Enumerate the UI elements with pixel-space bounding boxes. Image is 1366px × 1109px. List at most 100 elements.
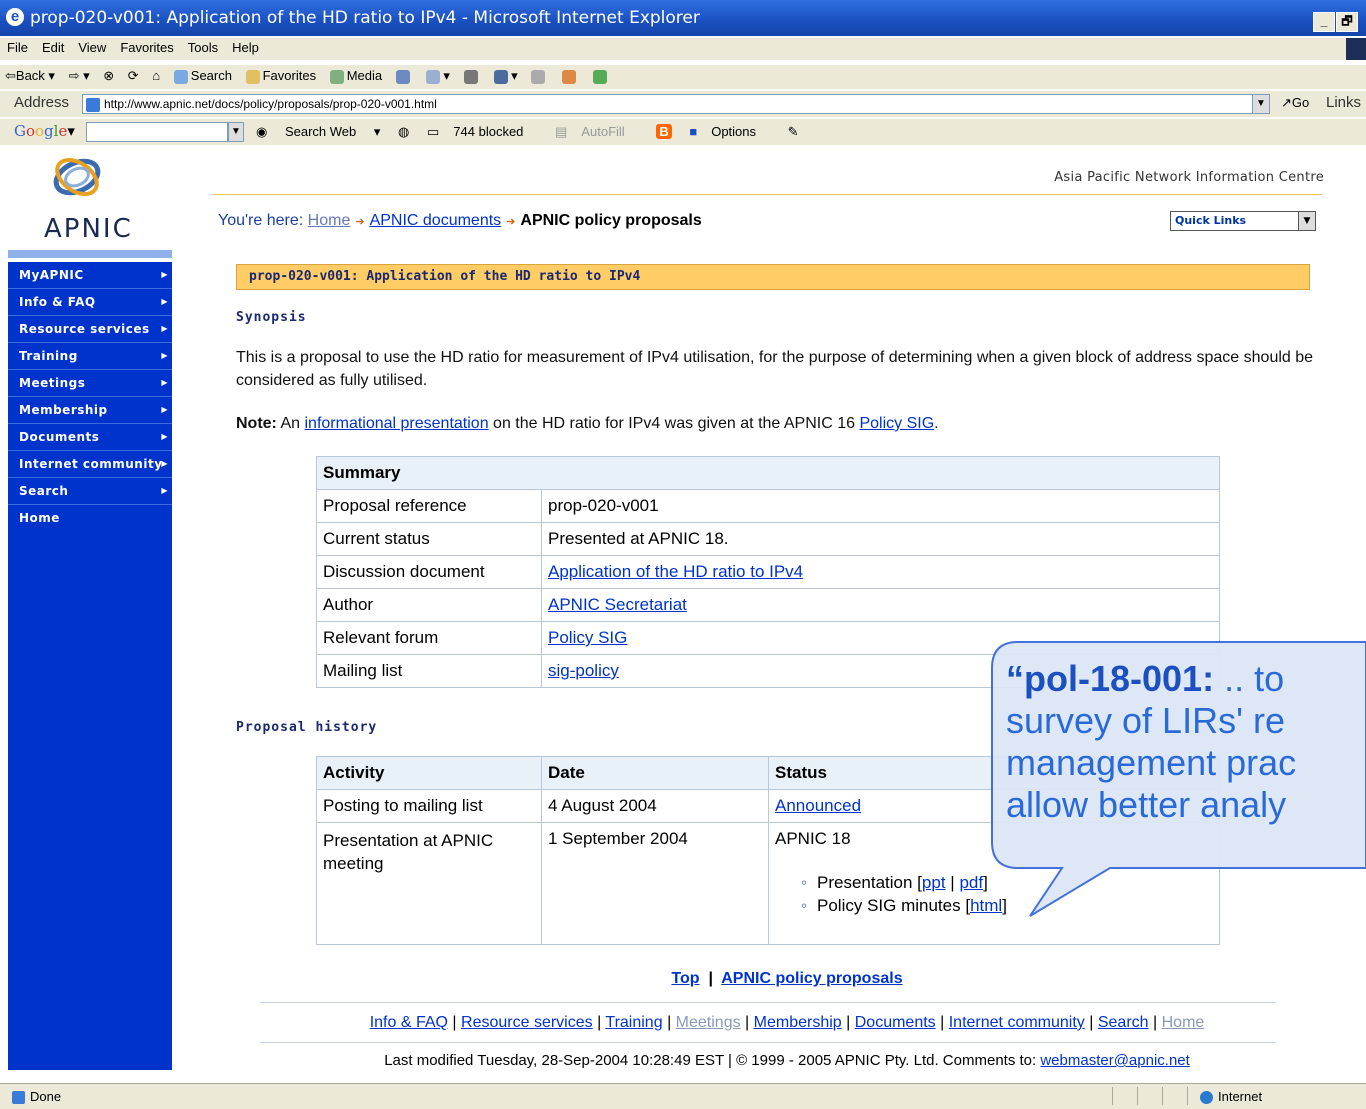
go-button[interactable]: ↗Go — [1281, 95, 1309, 111]
breadcrumb-current: APNIC policy proposals — [520, 212, 702, 229]
menu-help[interactable]: Help — [225, 38, 266, 55]
blogger-icon[interactable]: B — [656, 124, 672, 139]
footer-link-meetings[interactable]: Meetings — [676, 1014, 741, 1031]
window-title: prop-020-v001: Application of the HD rat… — [30, 8, 700, 28]
media-button[interactable]: Media — [325, 65, 387, 87]
breadcrumb-home-link[interactable]: Home — [308, 212, 351, 229]
chevron-right-icon: ▶ — [161, 297, 168, 306]
nav-item-training[interactable]: Training ▶ — [8, 343, 172, 370]
apnic-swirl-icon — [53, 157, 101, 197]
popup-icon: ▭ — [427, 124, 440, 139]
home-icon[interactable]: ⌂ — [147, 65, 165, 86]
logo-stripe — [8, 250, 172, 258]
search-button[interactable]: Search — [169, 65, 237, 87]
history-icon[interactable] — [391, 65, 418, 87]
footer-link-internet-community[interactable]: Internet community — [949, 1014, 1085, 1031]
menu-tools[interactable]: Tools — [181, 38, 225, 55]
messenger-icon[interactable] — [557, 65, 584, 87]
mail-icon[interactable]: ▾ — [421, 65, 455, 87]
footer-link-membership[interactable]: Membership — [754, 1014, 842, 1031]
policy-sig-link[interactable]: Policy SIG — [859, 415, 934, 432]
refresh-icon[interactable]: ⟳ — [123, 65, 144, 87]
menu-view[interactable]: View — [71, 38, 113, 55]
google-logo[interactable]: Google▾ — [14, 122, 75, 140]
options-button[interactable]: ■ Options — [689, 124, 770, 139]
nav-item-myapnic[interactable]: MyAPNIC ▶ — [8, 262, 172, 289]
edit-icon[interactable]: ▾ — [489, 65, 523, 87]
ppt-link[interactable]: ppt — [922, 873, 946, 892]
print-icon[interactable] — [459, 65, 486, 87]
restore-button[interactable]: 🗗 — [1336, 12, 1358, 32]
proposal-banner: prop-020-v001: Application of the HD rat… — [236, 264, 1310, 290]
footer-link-home[interactable]: Home — [1162, 1014, 1205, 1031]
footer-link-training[interactable]: Training — [605, 1014, 662, 1031]
google-search-input[interactable] — [86, 122, 228, 142]
table-row: Discussion document Application of the HD… — [316, 555, 1220, 589]
footer-link-info-faq[interactable]: Info & FAQ — [370, 1014, 448, 1031]
footer-link-documents[interactable]: Documents — [855, 1014, 936, 1031]
minimize-button[interactable]: _ — [1313, 12, 1335, 32]
back-arrow-icon: ⇦ — [5, 68, 16, 83]
media-icon — [329, 69, 344, 84]
address-bar: Address http://www.apnic.net/docs/policy… — [0, 90, 1366, 117]
chevron-right-icon: ▶ — [161, 324, 168, 333]
nav-item-search[interactable]: Search ▶ — [8, 478, 172, 505]
google-dropdown-icon[interactable]: ▼ — [228, 122, 244, 142]
relevant-forum-link[interactable]: Policy SIG — [548, 628, 627, 647]
address-url: http://www.apnic.net/docs/policy/proposa… — [104, 97, 437, 111]
chevron-right-icon: ▶ — [161, 405, 168, 414]
windows-logo-icon — [1346, 38, 1366, 60]
breadcrumb-docs-link[interactable]: APNIC documents — [370, 212, 502, 229]
menu-file[interactable]: File — [0, 38, 35, 55]
nav-item-documents[interactable]: Documents ▶ — [8, 424, 172, 451]
logo-text: APNIC — [44, 214, 133, 244]
announced-link[interactable]: Announced — [775, 796, 861, 815]
summary-heading: Summary — [316, 456, 1220, 490]
address-dropdown-icon[interactable]: ▼ — [1252, 95, 1269, 113]
menu-favorites[interactable]: Favorites — [113, 38, 180, 55]
status-bar: Done Internet — [0, 1083, 1366, 1109]
favorites-button[interactable]: Favorites — [241, 65, 321, 87]
search-web-button[interactable]: ◉ Search Web ▾ — [256, 124, 380, 139]
quick-links-select[interactable]: Quick Links ▼ — [1170, 211, 1316, 231]
table-row: Proposal reference prop-020-v001 — [316, 489, 1220, 523]
nav-item-internet-community[interactable]: Internet community ▶ — [8, 451, 172, 478]
proposals-link[interactable]: APNIC policy proposals — [721, 970, 902, 987]
footer-link-resource-services[interactable]: Resource services — [461, 1014, 593, 1031]
webmaster-email-link[interactable]: webmaster@apnic.net — [1040, 1052, 1189, 1069]
author-link[interactable]: APNIC Secretariat — [548, 595, 687, 614]
address-input[interactable]: http://www.apnic.net/docs/policy/proposa… — [82, 94, 1270, 114]
highlight-icon[interactable]: ✎ — [788, 124, 799, 139]
discuss-icon[interactable] — [526, 65, 553, 87]
links-button[interactable]: Links — [1326, 94, 1361, 111]
top-link[interactable]: Top — [671, 970, 699, 987]
back-button[interactable]: ⇦Back ▾ — [0, 65, 60, 87]
nav-item-meetings[interactable]: Meetings ▶ — [8, 370, 172, 397]
chevron-right-icon: ▶ — [161, 432, 168, 441]
nav-item-resource-services[interactable]: Resource services ▶ — [8, 316, 172, 343]
mailing-list-link[interactable]: sig-policy — [548, 661, 619, 680]
nav-item-membership[interactable]: Membership ▶ — [8, 397, 172, 424]
main-area: Asia Pacific Network Information Centre … — [208, 146, 1366, 1081]
addon-icon[interactable] — [588, 65, 615, 87]
breadcrumb: You're here: Home ➜ APNIC documents ➜ APNIC … — [218, 212, 702, 230]
footer-link-search[interactable]: Search — [1098, 1014, 1149, 1031]
page-icon — [86, 97, 100, 112]
discussion-document-link[interactable]: Application of the HD ratio to IPv4 — [548, 562, 803, 581]
callout-text: “pol-18-001: .. to survey of LIRs' re ma… — [1006, 658, 1297, 825]
popup-blocker-button[interactable]: ▭ 744 blocked — [427, 124, 537, 139]
autofill-button[interactable]: ▤ AutoFill — [555, 124, 639, 139]
pagerank-icon[interactable]: ◍ — [398, 124, 409, 139]
status-text: Done — [12, 1089, 61, 1105]
forward-button[interactable]: ⇨ ▾ — [64, 65, 95, 87]
table-row: Author APNIC Secretariat — [316, 588, 1220, 622]
footer-divider — [260, 1042, 1276, 1043]
nav-item-info-faq[interactable]: Info & FAQ ▶ — [8, 289, 172, 316]
synopsis-heading: Synopsis — [236, 310, 307, 325]
informational-presentation-link[interactable]: informational presentation — [304, 415, 488, 432]
stop-icon[interactable]: ⊗ — [98, 65, 119, 87]
apnic-logo[interactable]: APNIC — [8, 146, 172, 258]
nav-item-home[interactable]: Home — [8, 505, 172, 531]
pdf-link[interactable]: pdf — [959, 873, 983, 892]
menu-edit[interactable]: Edit — [35, 38, 71, 55]
